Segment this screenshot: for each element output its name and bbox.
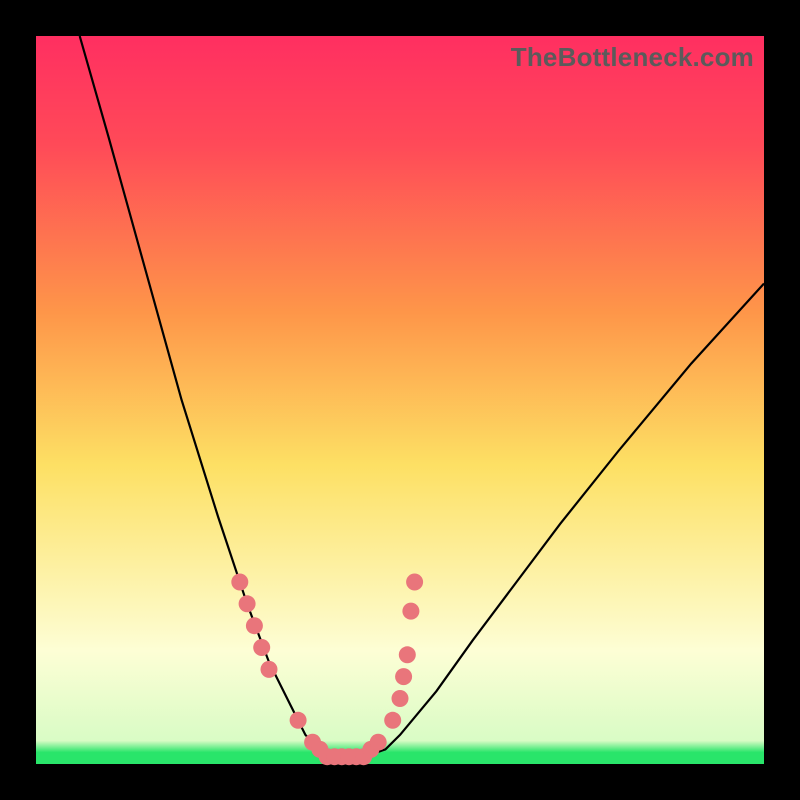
sample-dot [253, 639, 270, 656]
sample-dot [406, 574, 423, 591]
sample-dot [246, 617, 263, 634]
sample-dot [290, 712, 307, 729]
sample-dot [395, 668, 412, 685]
chart-frame: TheBottleneck.com [0, 0, 800, 800]
plot-area: TheBottleneck.com [36, 36, 764, 764]
bottleneck-curve [80, 36, 764, 757]
sample-dot [399, 646, 416, 663]
sample-dot [370, 734, 387, 751]
sample-dot [392, 690, 409, 707]
sample-dot [384, 712, 401, 729]
sample-dot [261, 661, 278, 678]
sample-dot [239, 595, 256, 612]
sample-dot [231, 574, 248, 591]
sample-dots-group [231, 574, 423, 766]
sample-dot [402, 603, 419, 620]
chart-svg [36, 36, 764, 764]
